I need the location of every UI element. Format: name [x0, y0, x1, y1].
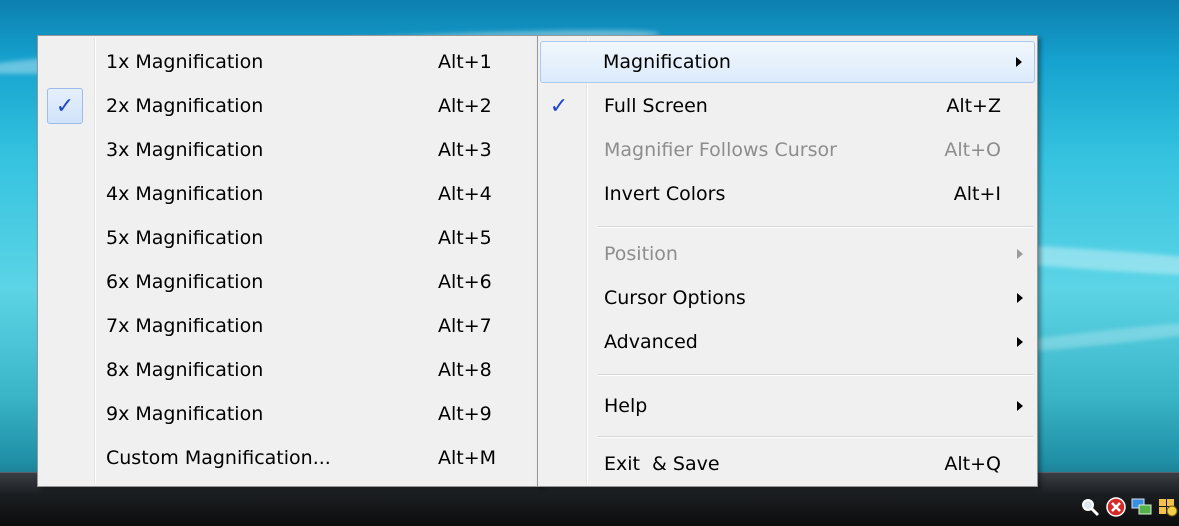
magnifier-icon[interactable] — [1079, 496, 1101, 518]
menu-item-label: Custom Magnification... — [106, 447, 331, 469]
menu-item-shortcut: Alt+4 — [438, 183, 492, 205]
menu-item-label: Advanced — [604, 331, 698, 353]
magnifier-context-menu: Magnification ✓ Full Screen Alt+Z Magnif… — [537, 35, 1038, 487]
checkmark-icon: ✓ — [549, 93, 569, 119]
system-tray — [1079, 492, 1179, 522]
menu-item-label: Magnifier Follows Cursor — [604, 139, 837, 161]
windows-update-icon[interactable] — [1157, 496, 1179, 518]
menu-item-label: 1x Magnification — [106, 51, 264, 73]
menu-item-shortcut: Alt+M — [438, 447, 497, 469]
menu-separator — [598, 374, 1033, 376]
menu-item-label: Cursor Options — [604, 287, 746, 309]
menu-item-magnifier-follows-cursor[interactable]: Magnifier Follows Cursor Alt+O — [540, 130, 1035, 170]
menu-item-label: Position — [604, 243, 678, 265]
menu-item-label: Help — [604, 395, 648, 417]
menu-item-invert-colors[interactable]: Invert Colors Alt+I — [540, 174, 1035, 214]
menu-item-label: 8x Magnification — [106, 359, 264, 381]
menu-item-magnification[interactable]: Magnification — [540, 41, 1035, 83]
menu-item-shortcut: Alt+8 — [438, 359, 492, 381]
menu-item-label: Full Screen — [604, 95, 708, 117]
menu-item-shortcut: Alt+Z — [946, 95, 1001, 117]
menu-item-shortcut: Alt+9 — [438, 403, 492, 425]
menu-item-5x[interactable]: 5x Magnification Alt+5 — [40, 218, 538, 258]
menu-item-help[interactable]: Help — [540, 386, 1035, 426]
menu-item-shortcut: Alt+5 — [438, 227, 492, 249]
menu-item-label: Exit & Save — [604, 453, 720, 475]
menu-item-label: 4x Magnification — [106, 183, 264, 205]
submenu-arrow-icon — [1017, 401, 1023, 411]
magnification-submenu: 1x Magnification Alt+1 ✓ 2x Magnificatio… — [37, 35, 541, 487]
menu-item-shortcut: Alt+3 — [438, 139, 492, 161]
menu-item-shortcut: Alt+O — [944, 139, 1001, 161]
menu-item-label: 7x Magnification — [106, 315, 264, 337]
menu-item-shortcut: Alt+2 — [438, 95, 492, 117]
menu-item-8x[interactable]: 8x Magnification Alt+8 — [40, 350, 538, 390]
menu-item-2x[interactable]: ✓ 2x Magnification Alt+2 — [40, 86, 538, 126]
menu-item-full-screen[interactable]: ✓ Full Screen Alt+Z — [540, 86, 1035, 126]
menu-separator — [598, 226, 1033, 228]
submenu-arrow-icon — [1016, 57, 1022, 67]
menu-item-shortcut: Alt+6 — [438, 271, 492, 293]
security-alert-icon[interactable] — [1105, 496, 1127, 518]
submenu-arrow-icon — [1017, 337, 1023, 347]
menu-item-label: 6x Magnification — [106, 271, 264, 293]
menu-item-4x[interactable]: 4x Magnification Alt+4 — [40, 174, 538, 214]
menu-item-advanced[interactable]: Advanced — [540, 322, 1035, 362]
submenu-arrow-icon — [1017, 293, 1023, 303]
menu-item-exit-save[interactable]: Exit & Save Alt+Q — [540, 444, 1035, 484]
menu-item-shortcut: Alt+Q — [944, 453, 1001, 475]
submenu-arrow-icon — [1017, 249, 1023, 259]
menu-item-6x[interactable]: 6x Magnification Alt+6 — [40, 262, 538, 302]
menu-item-label: 5x Magnification — [106, 227, 264, 249]
menu-item-1x[interactable]: 1x Magnification Alt+1 — [40, 42, 538, 82]
menu-item-cursor-options[interactable]: Cursor Options — [540, 278, 1035, 318]
checkmark-icon: ✓ — [47, 88, 83, 124]
menu-item-label: Magnification — [603, 51, 731, 73]
menu-separator — [598, 436, 1033, 438]
menu-item-3x[interactable]: 3x Magnification Alt+3 — [40, 130, 538, 170]
menu-item-label: 3x Magnification — [106, 139, 264, 161]
menu-item-custom-magnification[interactable]: Custom Magnification... Alt+M — [40, 438, 538, 478]
menu-item-label: Invert Colors — [604, 183, 726, 205]
network-icon[interactable] — [1131, 496, 1153, 518]
menu-item-label: 9x Magnification — [106, 403, 264, 425]
menu-item-shortcut: Alt+1 — [438, 51, 492, 73]
menu-item-label: 2x Magnification — [106, 95, 264, 117]
menu-item-shortcut: Alt+7 — [438, 315, 492, 337]
menu-item-position[interactable]: Position — [540, 234, 1035, 274]
menu-item-9x[interactable]: 9x Magnification Alt+9 — [40, 394, 538, 434]
menu-item-shortcut: Alt+I — [953, 183, 1001, 205]
menu-item-7x[interactable]: 7x Magnification Alt+7 — [40, 306, 538, 346]
